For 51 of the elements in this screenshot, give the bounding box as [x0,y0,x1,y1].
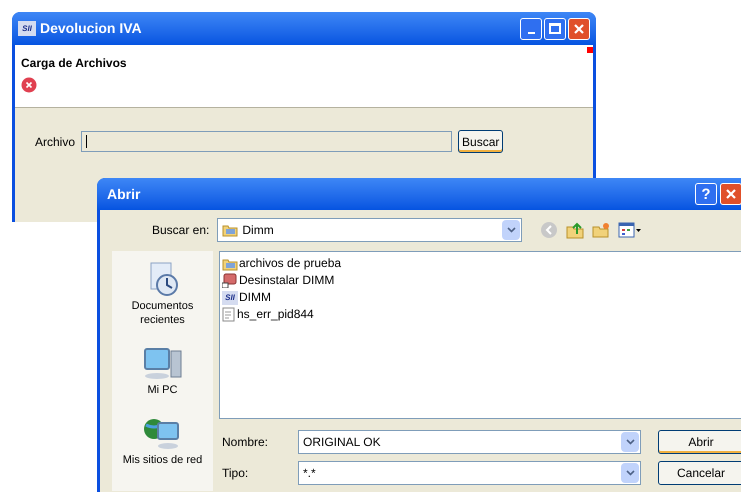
minimize-icon [528,32,534,34]
file-path-field[interactable] [81,131,452,152]
dropdown-button[interactable] [502,220,520,240]
look-in-value: Dimm [242,222,275,239]
window-title: Devolucion IVA [40,19,142,38]
look-in-label: Buscar en: [152,222,210,239]
look-in-dropdown[interactable]: Dimm [217,218,522,242]
text-file-icon [222,307,236,322]
close-icon [725,188,737,200]
name-label: Nombre: [221,434,270,451]
dropdown-button[interactable] [621,432,639,452]
place-label[interactable]: Mi PC [148,383,178,397]
minimize-button[interactable] [520,18,542,40]
file-name-field[interactable]: ORIGINAL OK [298,430,641,454]
file-item[interactable]: DIMM [239,290,271,305]
file-label: Archivo [35,134,76,150]
chevron-icon [506,227,516,233]
close-button[interactable] [720,183,741,205]
app-logo-icon: SII [18,21,36,36]
file-name-value: ORIGINAL OK [303,434,382,451]
file-item[interactable]: Desinstalar DIMM [239,273,334,288]
app-logo-icon: SII [222,290,238,304]
folder-up-icon[interactable] [566,221,584,239]
installer-icon [222,273,238,288]
maximize-icon [549,23,561,34]
close-icon [573,22,585,34]
new-folder-icon[interactable] [592,222,610,238]
file-item[interactable]: archivos de prueba [239,256,342,271]
header-title: Carga de Archivos [21,55,128,72]
error-icon [21,77,37,93]
file-type-value: *.* [303,465,317,482]
search-button[interactable]: Buscar [458,130,504,153]
folder-icon [222,256,238,270]
dropdown-button[interactable] [621,463,639,483]
place-label[interactable]: Mis sitios de red [122,453,202,467]
view-menu-icon[interactable] [618,222,642,238]
folder-icon [222,223,238,237]
chevron-icon [626,439,634,445]
corner-marker [587,47,593,53]
computer-icon [142,345,182,381]
cancel-button[interactable]: Cancelar [658,461,741,485]
place-label[interactable]: Documentos recientes [112,299,213,327]
open-button[interactable]: Abrir [658,430,741,454]
help-button[interactable]: ? [695,183,717,205]
file-item[interactable]: hs_err_pid844 [237,307,314,322]
maximize-button[interactable] [544,18,566,40]
dialog-title: Abrir [107,184,140,204]
chevron-icon [626,470,634,476]
close-button[interactable] [568,18,590,40]
file-type-dropdown[interactable]: *.* [298,461,641,485]
type-label: Tipo: [221,465,250,482]
